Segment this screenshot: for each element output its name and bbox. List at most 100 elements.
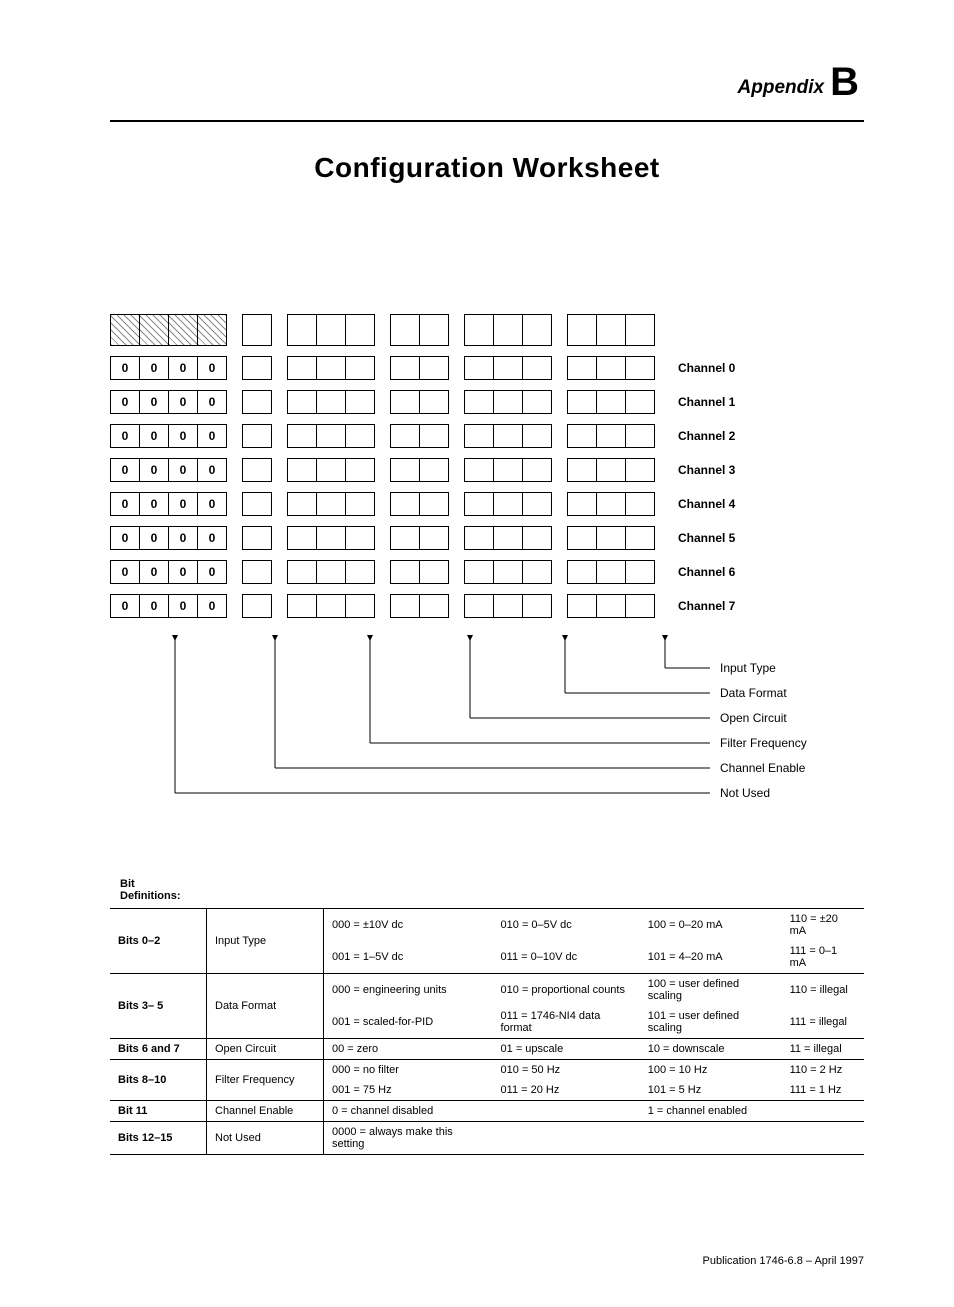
bit-cell <box>596 458 626 482</box>
empty-cell <box>464 314 494 346</box>
fixed-bit-cell: 0 <box>139 560 169 584</box>
bit-cell <box>390 356 420 380</box>
group-open-circuit <box>390 458 449 482</box>
appendix-word: Appendix <box>738 77 825 98</box>
group-open-circuit <box>390 526 449 550</box>
bit-cell <box>596 356 626 380</box>
group-filter-freq <box>287 390 375 414</box>
bit-cell <box>464 526 494 550</box>
leader-label: Data Format <box>720 686 787 700</box>
group-input-type <box>567 458 655 482</box>
bit-cell <box>625 526 655 550</box>
def-value: 111 = illegal <box>782 1006 864 1039</box>
bit-cell <box>567 560 597 584</box>
channel-label: Channel 0 <box>678 361 735 375</box>
bit-cell <box>242 390 272 414</box>
channel-label: Channel 2 <box>678 429 735 443</box>
bits-label: Bits 8–10 <box>110 1060 207 1101</box>
group-channel-enable <box>242 424 272 448</box>
bit-cell <box>390 560 420 584</box>
empty-cell <box>419 314 449 346</box>
bit-cell <box>625 492 655 516</box>
hatched-cell <box>168 314 198 346</box>
bit-cell <box>625 424 655 448</box>
def-value: 101 = 5 Hz <box>640 1080 782 1101</box>
group-filter-freq <box>287 492 375 516</box>
leader-label: Not Used <box>720 786 770 800</box>
channel-row: 0000Channel 7 <box>110 594 864 618</box>
bit-cell <box>345 424 375 448</box>
group-open-circuit <box>390 560 449 584</box>
group-filter-freq <box>287 356 375 380</box>
bit-cell <box>567 390 597 414</box>
bit-cell <box>287 458 317 482</box>
bit-cell <box>493 390 523 414</box>
leader-lines: Input Type Data Format Open Circuit Filt… <box>110 628 864 848</box>
bits-label: Bits 12–15 <box>110 1122 207 1155</box>
group-data-format <box>464 594 552 618</box>
bit-cell <box>522 390 552 414</box>
def-row: Bits 0–2Input Type000 = ±10V dc010 = 0–5… <box>110 909 864 942</box>
bit-cell <box>464 390 494 414</box>
field-name: Channel Enable <box>207 1101 324 1122</box>
bit-cell <box>464 356 494 380</box>
fixed-bit-cell: 0 <box>197 424 227 448</box>
bit-cell <box>390 492 420 516</box>
worksheet-grid: 0000Channel 00000Channel 10000Channel 20… <box>110 314 864 848</box>
group-input-type <box>567 390 655 414</box>
bit-cell <box>287 424 317 448</box>
bit-cell <box>625 594 655 618</box>
hatched-cell <box>110 314 140 346</box>
def-value: 111 = 1 Hz <box>782 1080 864 1101</box>
bit-cell <box>419 458 449 482</box>
group-input-type <box>567 594 655 618</box>
def-value: 000 = no filter <box>324 1060 493 1081</box>
def-row: Bits 3– 5Data Format000 = engineering un… <box>110 974 864 1007</box>
bit-cell <box>316 560 346 584</box>
group-not-used: 0000 <box>110 526 227 550</box>
fixed-bit-cell: 0 <box>168 390 198 414</box>
bit-cell <box>625 458 655 482</box>
group-filter-freq <box>287 560 375 584</box>
def-value: 110 = illegal <box>782 974 864 1007</box>
field-name: Input Type <box>207 909 324 974</box>
group-input-type <box>567 424 655 448</box>
def-value: 011 = 1746-NI4 data format <box>493 1006 640 1039</box>
bit-cell <box>493 560 523 584</box>
channel-row: 0000Channel 6 <box>110 560 864 584</box>
group-open-circuit <box>390 356 449 380</box>
group-filter-freq <box>287 424 375 448</box>
def-value: 00 = zero <box>324 1039 493 1060</box>
empty-cell <box>596 314 626 346</box>
bit-cell <box>316 458 346 482</box>
group-channel-enable <box>242 560 272 584</box>
def-value: 000 = engineering units <box>324 974 493 1007</box>
group-not-used: 0000 <box>110 594 227 618</box>
def-value: 001 = scaled-for-PID <box>324 1006 493 1039</box>
bit-cell <box>345 458 375 482</box>
fixed-bit-cell: 0 <box>168 594 198 618</box>
bit-cell <box>493 594 523 618</box>
group-channel-enable <box>242 526 272 550</box>
bit-cell <box>242 492 272 516</box>
group-open-circuit <box>390 314 449 346</box>
channel-row: 0000Channel 0 <box>110 356 864 380</box>
bits-label: Bits 6 and 7 <box>110 1039 207 1060</box>
bit-cell <box>567 526 597 550</box>
def-value: 101 = user defined scaling <box>640 1006 782 1039</box>
group-input-type <box>567 526 655 550</box>
group-open-circuit <box>390 594 449 618</box>
bit-cell <box>345 526 375 550</box>
group-not-used: 0000 <box>110 458 227 482</box>
def-row: Bits 6 and 7Open Circuit00 = zero01 = up… <box>110 1039 864 1060</box>
definitions-title: Bit Definitions: <box>120 878 864 902</box>
group-not-used: 0000 <box>110 390 227 414</box>
bit-cell <box>596 492 626 516</box>
bit-cell <box>287 594 317 618</box>
bit-cell <box>596 424 626 448</box>
group-data-format <box>464 356 552 380</box>
group-data-format <box>464 458 552 482</box>
fixed-bit-cell: 0 <box>197 560 227 584</box>
channel-label: Channel 3 <box>678 463 735 477</box>
bit-cell <box>390 390 420 414</box>
